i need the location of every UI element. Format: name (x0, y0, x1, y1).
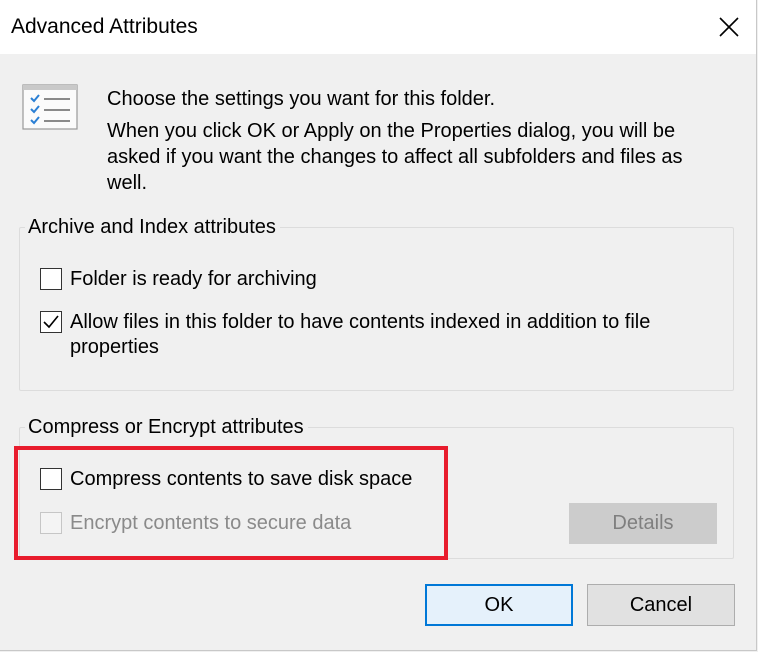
checkmark-icon (43, 315, 59, 329)
details-button: Details (569, 503, 717, 544)
allow-indexing-label: Allow files in this folder to have conte… (70, 311, 651, 358)
allow-indexing-option[interactable]: Allow files in this folder to have conte… (40, 310, 720, 360)
encrypt-contents-checkbox (40, 512, 62, 534)
window-title: Advanced Attributes (11, 15, 198, 38)
cancel-button[interactable]: Cancel (587, 584, 735, 626)
intro-line-1: Choose the settings you want for this fo… (107, 88, 495, 110)
intro-text: Choose the settings you want for this fo… (107, 86, 727, 196)
encrypt-contents-label: Encrypt contents to secure data (70, 512, 352, 534)
encrypt-contents-option: Encrypt contents to secure data (40, 511, 351, 536)
archive-index-group (19, 227, 734, 391)
folder-ready-archiving-checkbox[interactable] (40, 268, 62, 290)
ok-button[interactable]: OK (425, 584, 573, 626)
advanced-attributes-dialog: Advanced Attributes Choose the settings … (0, 0, 757, 651)
folder-ready-archiving-label: Folder is ready for archiving (70, 268, 317, 290)
compress-contents-checkbox[interactable] (40, 468, 62, 490)
settings-list-icon (22, 84, 78, 130)
allow-indexing-checkbox[interactable] (40, 311, 62, 333)
compress-group-label: Compress or Encrypt attributes (25, 415, 308, 439)
title-bar: Advanced Attributes (0, 0, 756, 54)
compress-contents-label: Compress contents to save disk space (70, 468, 413, 490)
close-icon (719, 17, 739, 37)
close-button[interactable] (702, 0, 756, 54)
intro-line-2: When you click OK or Apply on the Proper… (107, 120, 683, 194)
folder-ready-archiving-option[interactable]: Folder is ready for archiving (40, 267, 720, 292)
archive-group-label: Archive and Index attributes (25, 215, 280, 239)
compress-contents-option[interactable]: Compress contents to save disk space (40, 467, 412, 492)
